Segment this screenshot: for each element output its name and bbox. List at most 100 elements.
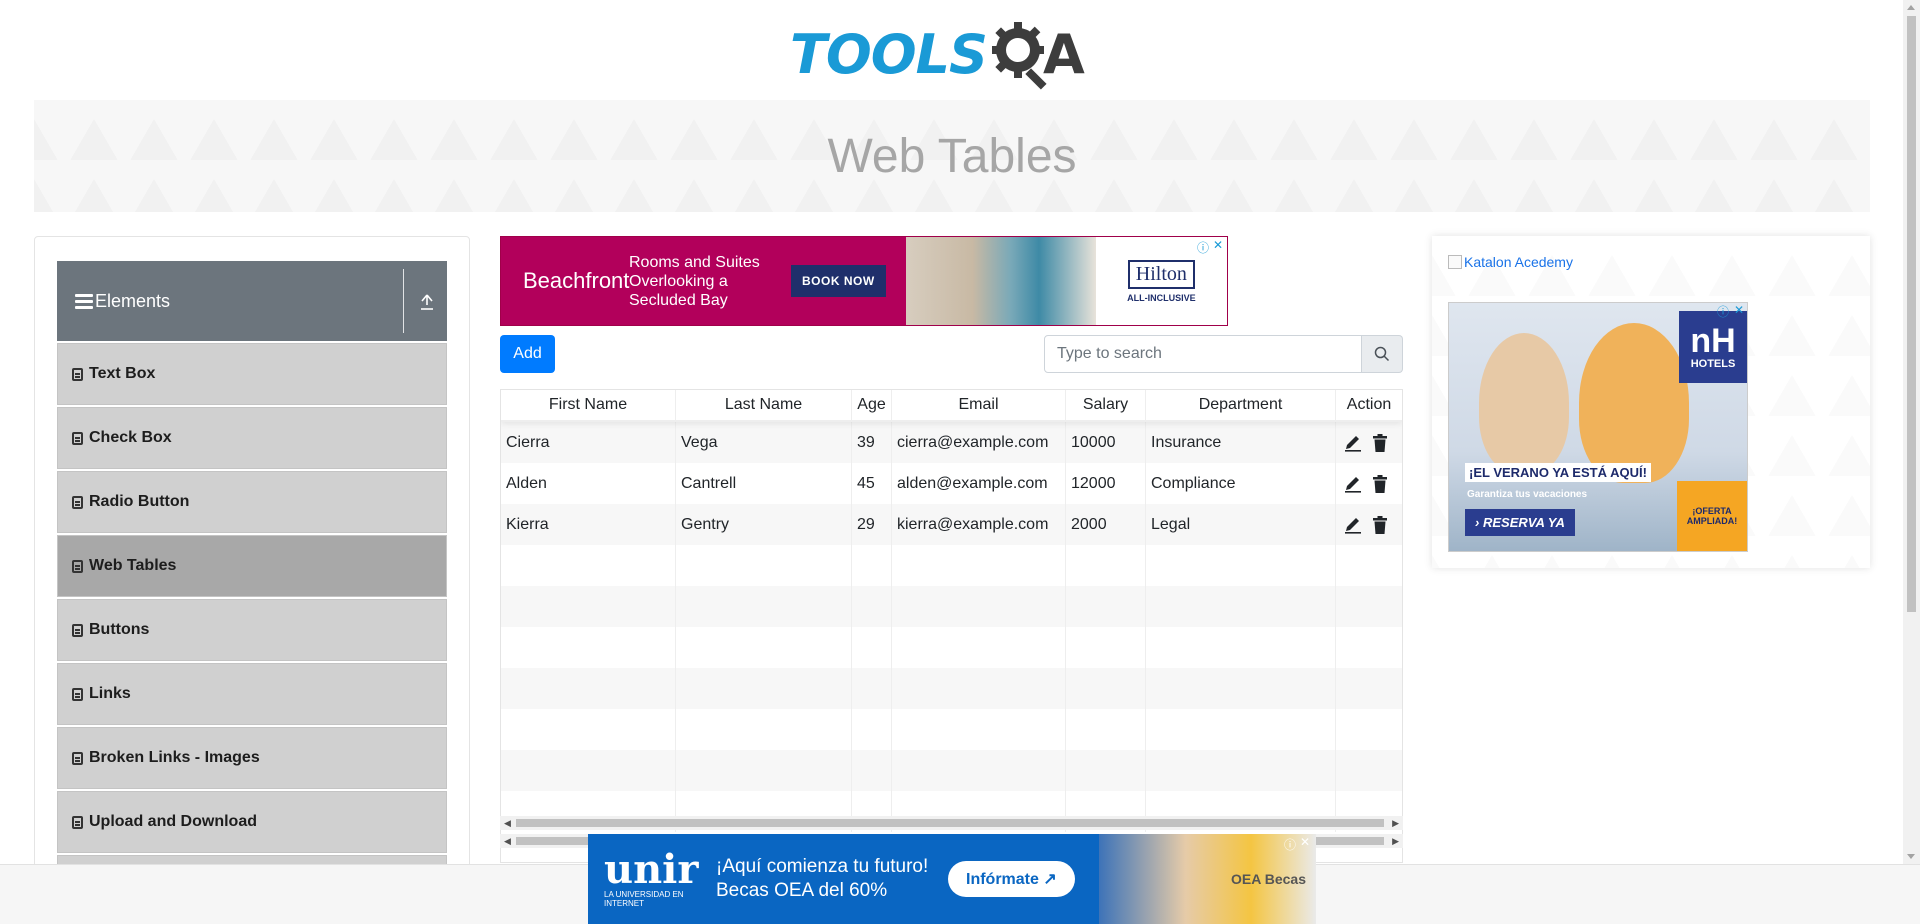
chevron-right-icon: › xyxy=(1475,515,1480,530)
scroll-up-icon[interactable] xyxy=(1907,5,1915,10)
delete-icon[interactable] xyxy=(1372,433,1388,452)
column-header[interactable]: Salary xyxy=(1066,390,1146,420)
hilton-logo-text: Hilton xyxy=(1127,259,1195,289)
scroll-down-icon[interactable] xyxy=(1907,854,1915,859)
ad-info-icon[interactable]: ⓘ xyxy=(1284,836,1296,853)
search-box xyxy=(1044,335,1403,373)
cell-age: 45 xyxy=(852,463,892,504)
scrollbar-thumb[interactable] xyxy=(1907,16,1916,612)
cell-first-name: Alden xyxy=(501,463,676,504)
table-cell-empty xyxy=(501,545,676,586)
table-horizontal-scrollbar[interactable]: ◀ ▶ xyxy=(500,816,1403,830)
scroll-left-icon[interactable]: ◀ xyxy=(504,818,511,829)
table-cell-empty xyxy=(852,668,892,709)
sidebar-item-buttons[interactable]: Buttons xyxy=(57,599,447,661)
column-header[interactable]: First Name xyxy=(501,390,676,420)
cell-age: 29 xyxy=(852,504,892,545)
edit-icon[interactable] xyxy=(1344,475,1362,493)
ad-book-now-button[interactable]: BOOK NOW xyxy=(791,265,886,297)
ad-banner-hilton[interactable]: Beachfront Rooms and Suites Overlooking … xyxy=(500,236,1228,326)
nh-headline: ¡EL VERANO YA ESTÁ AQUÍ! xyxy=(1465,463,1651,482)
table-cell-empty xyxy=(1336,709,1402,750)
document-icon xyxy=(72,751,83,765)
cell-first-name: Cierra xyxy=(501,422,676,463)
scroll-right-icon[interactable]: ▶ xyxy=(1392,836,1399,847)
column-header[interactable]: Last Name xyxy=(676,390,852,420)
table-cell-empty xyxy=(852,586,892,627)
empty-rows xyxy=(501,545,1402,832)
sidebar-item-links[interactable]: Links xyxy=(57,663,447,725)
cell-email: kierra@example.com xyxy=(892,504,1066,545)
ad-banner-unir[interactable]: unir LA UNIVERSIDAD EN INTERNET ¡Aquí co… xyxy=(588,834,1316,924)
ad-person-image xyxy=(1479,333,1569,473)
scrollbar-thumb[interactable] xyxy=(516,819,1384,827)
sidebar-item-broken-links[interactable]: Broken Links - Images xyxy=(57,727,447,789)
ad-info-icon[interactable]: ⓘ xyxy=(1197,239,1209,256)
cell-salary: 2000 xyxy=(1066,504,1146,545)
unir-info-button[interactable]: Infórmate ↗ xyxy=(948,861,1075,897)
search-button[interactable] xyxy=(1362,335,1403,373)
sidebar-item-radio-button[interactable]: Radio Button xyxy=(57,471,447,533)
cell-first-name: Kierra xyxy=(501,504,676,545)
table-cell-empty xyxy=(676,586,852,627)
table-row-empty xyxy=(501,545,1402,586)
katalon-ad-link[interactable]: Katalon Acedemy xyxy=(1448,254,1573,270)
search-input[interactable] xyxy=(1044,335,1362,373)
sidebar-group-elements[interactable]: Elements xyxy=(57,261,447,341)
table-cell-empty xyxy=(676,750,852,791)
nh-hotels-logo: nH HOTELS xyxy=(1679,311,1747,383)
unir-subline: Becas OEA del 60% xyxy=(716,880,888,901)
delete-icon[interactable] xyxy=(1372,515,1388,534)
ad-info-icon[interactable]: ⓘ xyxy=(1717,303,1729,320)
table-row-empty xyxy=(501,750,1402,791)
cell-age: 39 xyxy=(852,422,892,463)
table-cell-empty xyxy=(676,668,852,709)
table-cell-empty xyxy=(501,709,676,750)
table-cell-empty xyxy=(1066,750,1146,791)
ad-close-icon[interactable]: ✕ xyxy=(1300,835,1310,849)
column-header[interactable]: Department xyxy=(1146,390,1336,420)
edit-icon[interactable] xyxy=(1344,434,1362,452)
table-cell-empty xyxy=(1066,586,1146,627)
document-icon xyxy=(72,431,83,445)
add-button[interactable]: Add xyxy=(500,335,555,373)
ad-close-icon[interactable]: ✕ xyxy=(1734,303,1744,317)
nh-hotels-ad[interactable]: nH HOTELS ¡EL VERANO YA ESTÁ AQUÍ! Garan… xyxy=(1448,302,1748,552)
page-vertical-scrollbar[interactable] xyxy=(1903,0,1920,864)
table-cell-empty xyxy=(852,627,892,668)
hilton-logo-sub: ALL-INCLUSIVE xyxy=(1127,292,1196,303)
table-cell-empty xyxy=(852,545,892,586)
sidebar-item-upload-download[interactable]: Upload and Download xyxy=(57,791,447,853)
ad-close-icon[interactable]: ✕ xyxy=(1213,238,1223,252)
table-cell-empty xyxy=(892,668,1066,709)
ad-brand: Beachfront xyxy=(523,268,630,293)
table-cell-empty xyxy=(1146,709,1336,750)
document-icon xyxy=(72,623,83,637)
cell-action xyxy=(1336,463,1402,504)
sidebar-item-web-tables[interactable]: Web Tables xyxy=(57,535,447,597)
column-header[interactable]: Email xyxy=(892,390,1066,420)
scroll-left-icon[interactable]: ◀ xyxy=(504,836,511,847)
katalon-alt-text: Katalon Acedemy xyxy=(1464,254,1573,270)
collapse-arrow-icon[interactable] xyxy=(419,293,435,311)
table-cell-empty xyxy=(1146,750,1336,791)
table-cell-empty xyxy=(1146,586,1336,627)
search-icon xyxy=(1374,346,1390,362)
unir-headline: ¡Aquí comienza tu futuro! xyxy=(716,856,929,877)
edit-icon[interactable] xyxy=(1344,516,1362,534)
cell-action xyxy=(1336,504,1402,545)
nh-reserve-button[interactable]: › RESERVA YA xyxy=(1465,509,1575,536)
nh-logo-sub: HOTELS xyxy=(1690,358,1736,370)
cell-department: Insurance xyxy=(1146,422,1336,463)
delete-icon[interactable] xyxy=(1372,474,1388,493)
document-icon xyxy=(72,815,83,829)
cell-salary: 10000 xyxy=(1066,422,1146,463)
table-cell-empty xyxy=(1336,627,1402,668)
toolsqa-logo[interactable]: TOOLS A xyxy=(790,14,1120,94)
sidebar-item-check-box[interactable]: Check Box xyxy=(57,407,447,469)
document-icon xyxy=(72,559,83,573)
column-header[interactable]: Age xyxy=(852,390,892,420)
sidebar-item-text-box[interactable]: Text Box xyxy=(57,343,447,405)
scroll-right-icon[interactable]: ▶ xyxy=(1392,818,1399,829)
table-row-empty xyxy=(501,586,1402,627)
